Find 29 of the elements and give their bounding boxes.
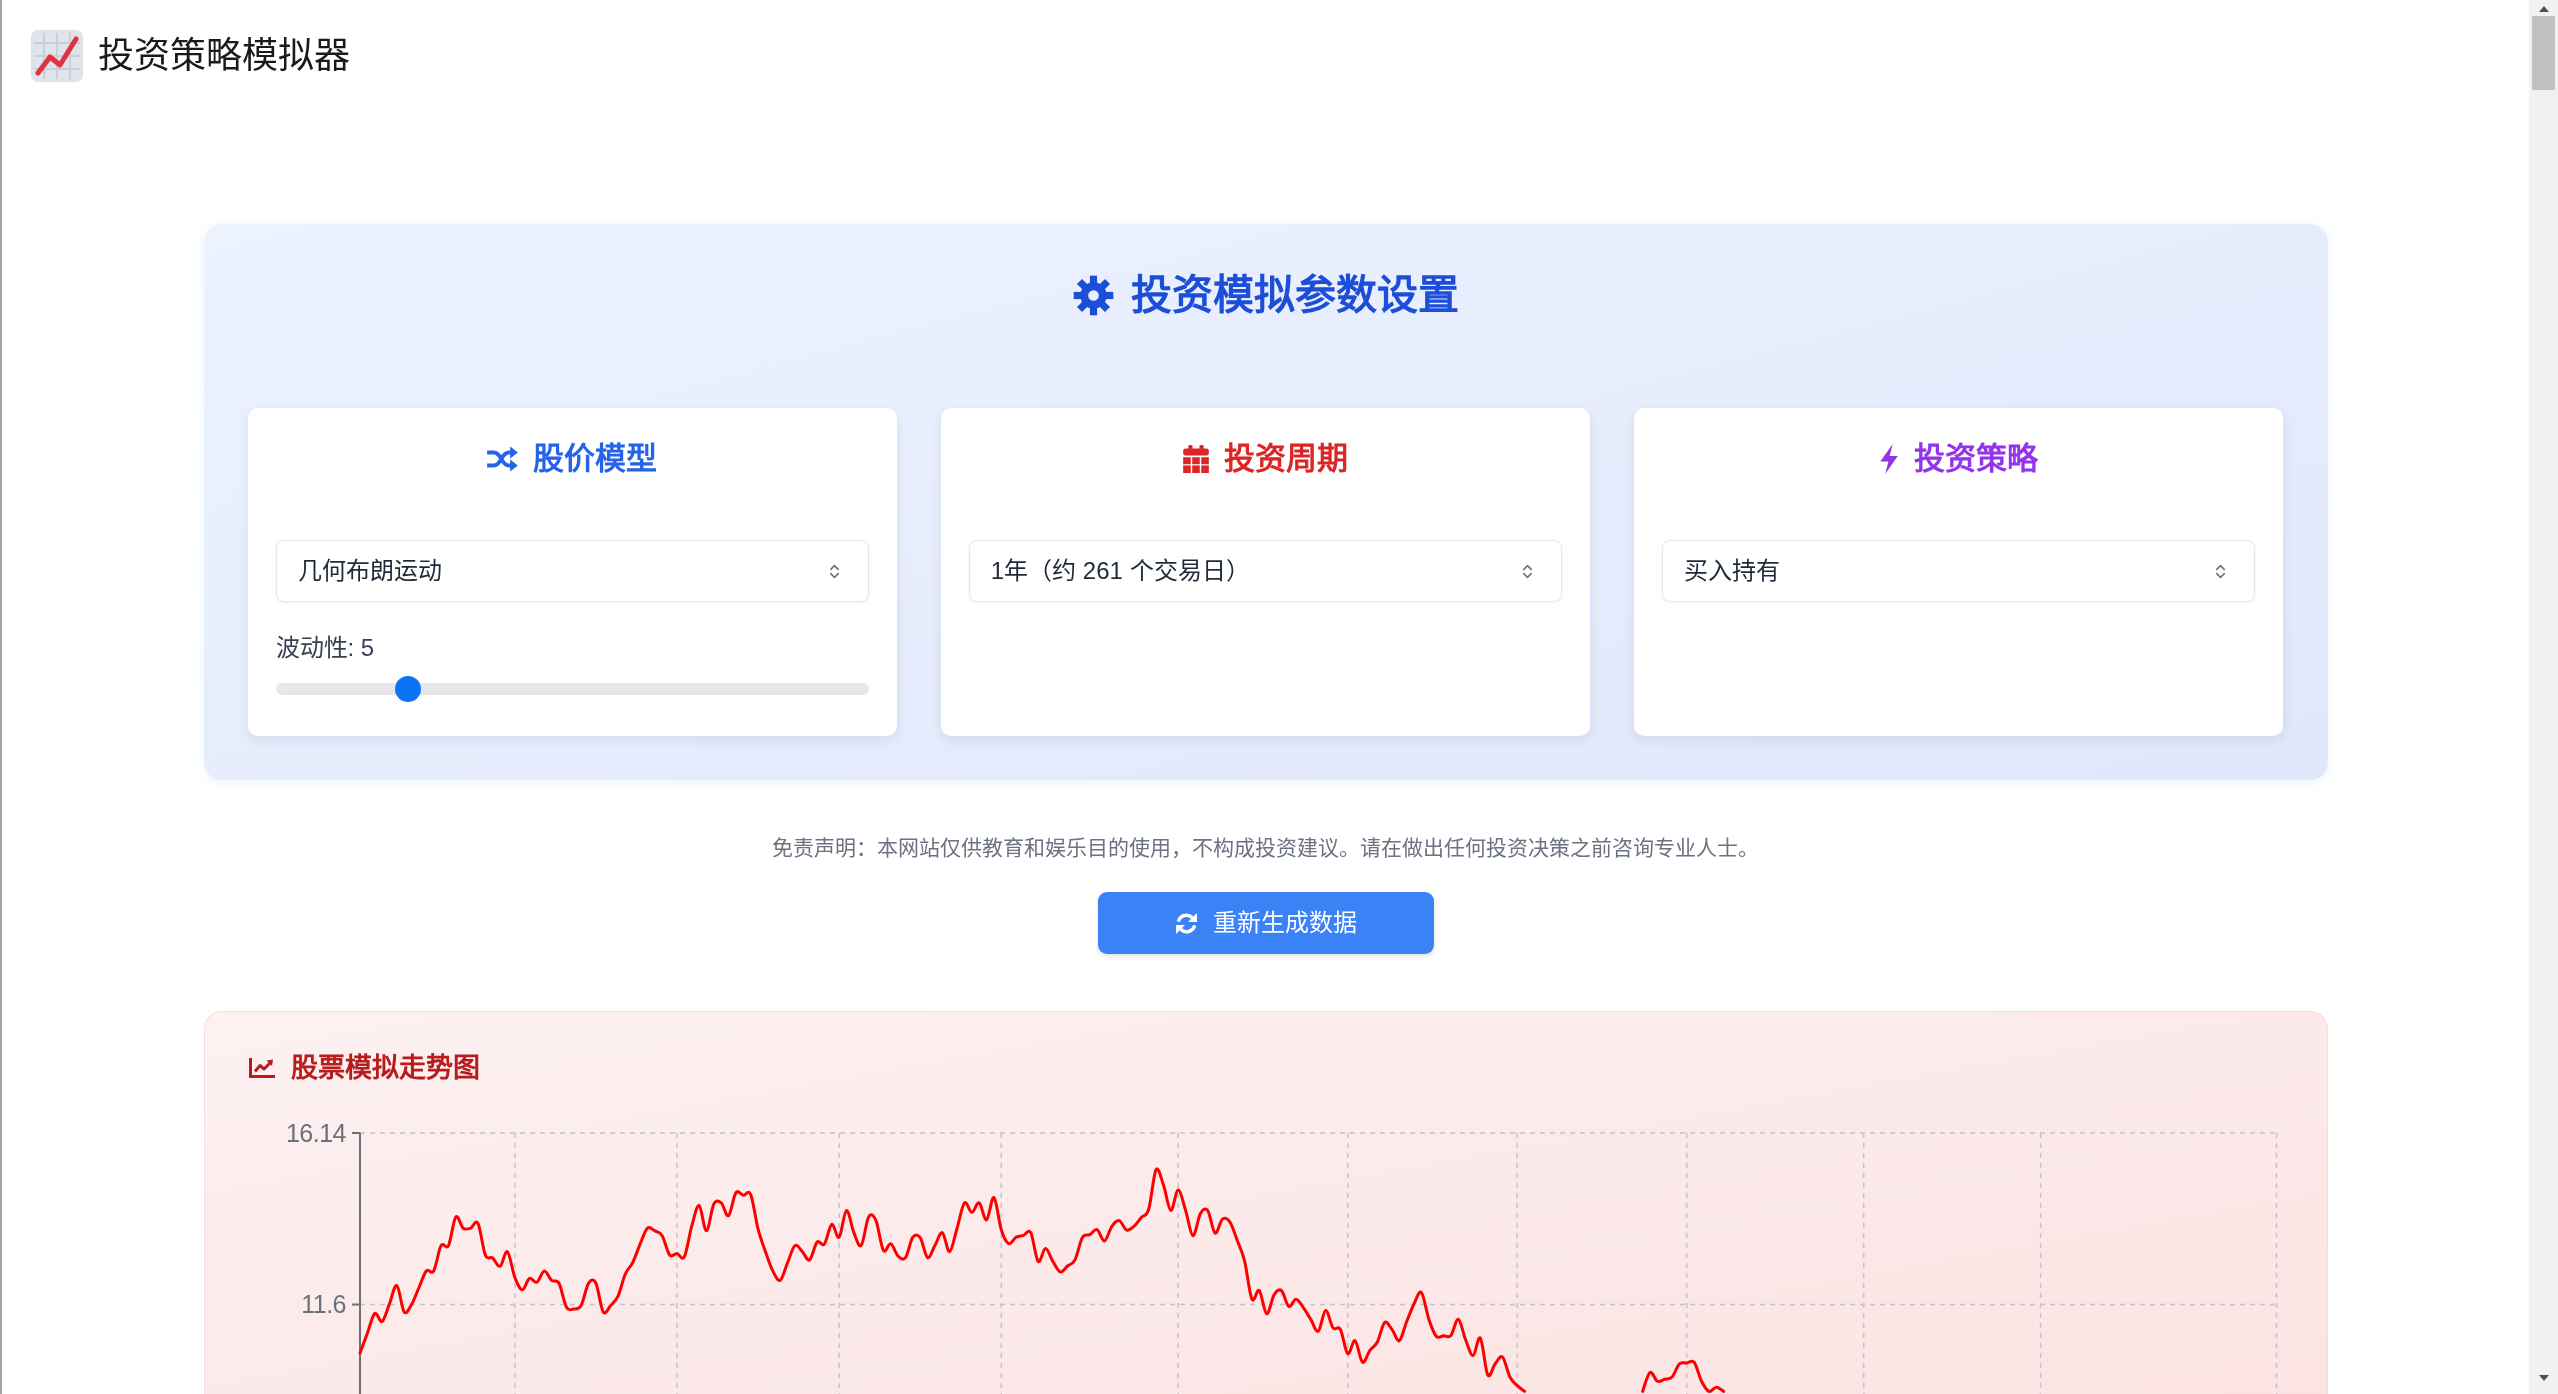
dropdown[interactable]: 几何布朗运动 [275,540,869,602]
refresh-icon [1174,910,1199,936]
card-title: 投资策略 [1914,440,2039,478]
chart-title: 股票模拟走势图 [290,1052,480,1085]
y-axis-label: 11.6 [300,1290,346,1319]
trend-chart-icon [31,30,83,82]
slider-thumb[interactable] [394,676,421,702]
slider-label: 波动性: 5 [275,633,375,663]
chevron-up-down-icon [828,562,840,580]
disclaimer-text: 免责声明：本网站仅供教育和娱乐目的使用，不构成投资建议。请在做出任何投资决策之前咨询专业人士。 [772,835,1759,861]
line-chart-icon [248,1058,275,1078]
scrollbar-thumb[interactable] [2532,16,2555,90]
shuffle-icon [487,446,519,472]
chevron-up-down-icon [1522,562,1534,580]
bolt-icon [1879,444,1900,474]
card-title: 股价模型 [533,440,658,478]
scrollbar[interactable] [2529,0,2558,1394]
scroll-up-arrow-icon[interactable] [2538,6,2549,12]
dropdown[interactable]: 买入持有 [1662,540,2256,602]
chevron-up-down-icon [2215,562,2227,580]
settings-icon [1072,274,1114,316]
calendar-icon [1183,445,1209,473]
app-title: 投资策略模拟器 [98,34,350,78]
y-axis-label: 16.14 [285,1119,346,1147]
settings-title: 投资模拟参数设置 [1130,271,1459,320]
scroll-down-arrow-icon[interactable] [2538,1375,2549,1381]
card-title: 投资周期 [1224,440,1348,478]
regenerate-button[interactable]: 重新生成数据 [1097,892,1434,954]
dropdown[interactable]: 1年（约 261 个交易日） [968,540,1563,602]
